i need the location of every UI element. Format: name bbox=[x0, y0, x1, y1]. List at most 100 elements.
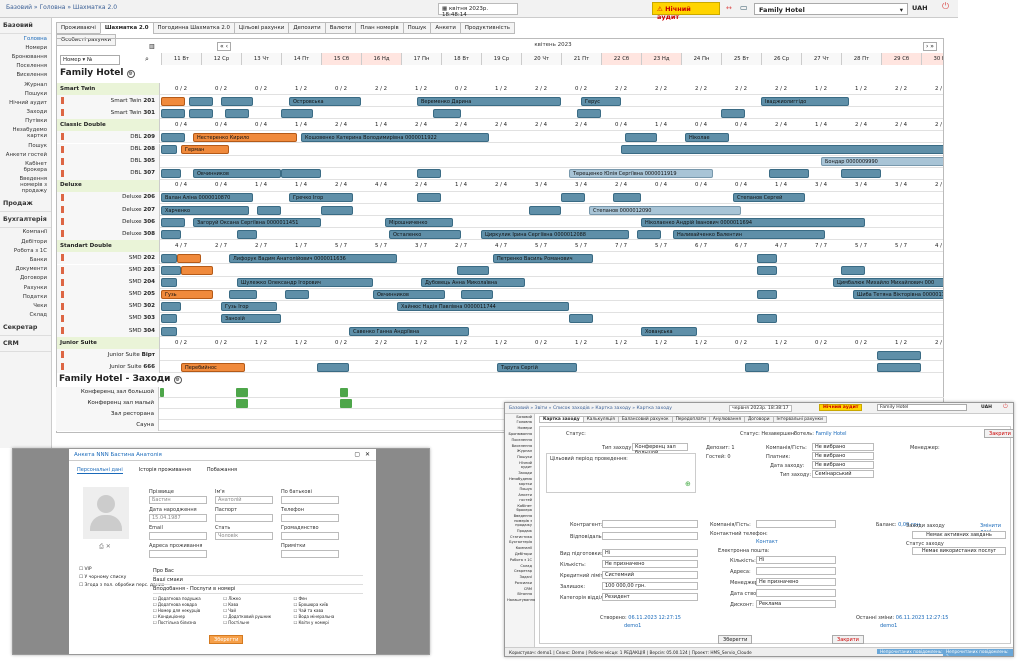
pref-item[interactable]: ☐ Додаткова подушка bbox=[153, 596, 222, 601]
currency-select[interactable]: UAH bbox=[912, 4, 928, 12]
event-date[interactable]: червня 2023р. 18:38:17 bbox=[729, 405, 792, 412]
sidebar-section-base[interactable]: Базовий bbox=[0, 18, 51, 34]
tab-8[interactable]: Анкети bbox=[430, 22, 461, 34]
tab-5[interactable]: Валюти bbox=[324, 22, 357, 34]
booking-bar[interactable] bbox=[757, 266, 777, 275]
day-header[interactable]: 20 Чт bbox=[521, 53, 561, 65]
sidebar-item[interactable]: Поселення bbox=[0, 62, 51, 71]
room-row[interactable]: SMD 205 Гузь Овчинников Шиба Тетяна Вікторі… bbox=[57, 288, 943, 301]
sidebar-item[interactable]: Рахунки bbox=[0, 283, 51, 292]
event-hotel-select[interactable]: Family Hotel bbox=[877, 404, 967, 411]
day-header[interactable]: 18 Вт bbox=[441, 53, 481, 65]
sidebar-item[interactable]: Пошук bbox=[0, 141, 51, 150]
event-field-input[interactable]: Ні bbox=[602, 549, 698, 557]
room-row[interactable]: Deluxe 206 Валан Аліна 0000010870 Гречко І… bbox=[57, 191, 943, 204]
booking-bar[interactable] bbox=[229, 290, 257, 300]
grid-zoom-icon[interactable]: ▥ bbox=[149, 43, 155, 50]
event-nav-item[interactable]: Бронювання bbox=[505, 431, 534, 437]
day-header[interactable]: 11 Вт bbox=[161, 53, 201, 65]
booking-bar[interactable]: Савенко Ганна Андріївна bbox=[349, 326, 469, 336]
booking-bar[interactable] bbox=[161, 108, 185, 118]
day-header[interactable]: 21 Пт bbox=[561, 53, 601, 65]
room-row[interactable]: Smart Twin 201 Островська Веременко Дарина… bbox=[57, 95, 943, 108]
close-icon[interactable]: ✕ bbox=[365, 451, 370, 458]
booking-bar[interactable]: Нестеренко Кирило bbox=[193, 132, 297, 142]
booking-bar[interactable] bbox=[613, 193, 641, 203]
booking-bar[interactable] bbox=[577, 108, 601, 118]
event-field-input[interactable]: Резидент bbox=[602, 593, 698, 601]
payer-select[interactable]: Не вибрано bbox=[812, 452, 874, 460]
room-label[interactable]: SMD 205 bbox=[57, 288, 160, 301]
room-type-label[interactable]: Standart Double bbox=[57, 240, 160, 253]
day-header[interactable]: 29 Сб bbox=[881, 53, 921, 65]
booking-bar[interactable] bbox=[757, 314, 777, 324]
booking-bar[interactable]: Герман bbox=[181, 145, 229, 154]
day-header[interactable]: 25 Вт bbox=[721, 53, 761, 65]
event-bar[interactable] bbox=[160, 388, 164, 397]
sidebar-item[interactable]: Пошуки bbox=[0, 89, 51, 98]
booking-bar[interactable]: Степанов Сергей bbox=[733, 193, 805, 203]
booking-bar[interactable]: Наливайченко Валентин bbox=[673, 229, 825, 239]
booking-bar[interactable]: Ніколаєнко Андрій Іванович 0000011694 bbox=[641, 217, 865, 227]
contact-link[interactable]: Контакт bbox=[756, 539, 778, 545]
booking-bar[interactable] bbox=[181, 266, 213, 275]
responsible-input[interactable] bbox=[602, 532, 698, 540]
booking-bar[interactable]: Гузь bbox=[161, 290, 213, 300]
room-label[interactable]: DBL 208 bbox=[57, 143, 160, 156]
day-header[interactable]: 27 Чт bbox=[801, 53, 841, 65]
room-label[interactable]: DBL 307 bbox=[57, 167, 160, 180]
booking-bar[interactable] bbox=[637, 229, 661, 239]
maximize-icon[interactable]: ▢ bbox=[354, 451, 360, 458]
day-header[interactable]: 30 Нд bbox=[921, 53, 943, 65]
event-nav-item[interactable]: Налаштування bbox=[505, 598, 535, 604]
event-bar[interactable] bbox=[340, 388, 348, 397]
event-field-input[interactable]: Реклама bbox=[756, 600, 836, 608]
save-button[interactable]: Зберегти bbox=[209, 635, 244, 644]
search-icon[interactable]: ⌕ bbox=[145, 55, 149, 64]
sidebar-item[interactable]: Заходи bbox=[0, 108, 51, 117]
pref-item[interactable]: ☐ Додатковий рушник bbox=[223, 614, 292, 619]
booking-bar[interactable]: Бондар 0000009990 bbox=[821, 157, 943, 167]
booking-bar[interactable]: Лифорук Вадим Анатолійович 0000011636 bbox=[229, 253, 397, 263]
event-tab-5[interactable]: Договори bbox=[743, 416, 774, 423]
room-label[interactable]: SMD 204 bbox=[57, 276, 160, 289]
booking-bar[interactable] bbox=[161, 217, 185, 227]
booking-bar[interactable] bbox=[769, 169, 809, 179]
booking-bar[interactable] bbox=[317, 362, 349, 372]
event-tab-4[interactable]: Анулювання bbox=[708, 416, 745, 423]
booking-bar[interactable]: Мірошниченко bbox=[385, 217, 453, 227]
event-field-input[interactable] bbox=[756, 589, 836, 597]
guest-field-input[interactable] bbox=[149, 532, 207, 540]
booking-bar[interactable]: Загоруй Оксана Сергіївна 0000011451 bbox=[193, 217, 321, 227]
booking-bar[interactable] bbox=[177, 253, 201, 263]
booking-bar[interactable] bbox=[161, 96, 185, 106]
tab-6[interactable]: План номерів bbox=[355, 22, 404, 34]
power-icon[interactable]: ⏻ bbox=[942, 2, 949, 12]
date-select[interactable]: Не вибрано bbox=[812, 461, 874, 469]
guest-field-input[interactable]: 15.04.1987 bbox=[149, 514, 207, 522]
booking-bar[interactable] bbox=[321, 205, 353, 215]
event-tab-3[interactable]: Передоплати bbox=[671, 416, 710, 423]
sidebar-item[interactable]: Виселення bbox=[0, 71, 51, 80]
room-label[interactable]: Smart Twin 201 bbox=[57, 95, 160, 108]
guest-field-input[interactable] bbox=[215, 514, 273, 522]
tab-7[interactable]: Пошук bbox=[402, 22, 432, 34]
guest-field-input[interactable]: Чоловік bbox=[215, 532, 273, 540]
booking-bar[interactable] bbox=[161, 326, 177, 336]
booking-bar[interactable]: Циркулик Ірина Сергіївна 0000012088 bbox=[481, 229, 629, 239]
event-nav-item[interactable]: Статистика bbox=[505, 534, 534, 540]
pref-section[interactable]: Вподобання - Послуги в номері bbox=[153, 585, 363, 594]
booking-bar[interactable] bbox=[161, 169, 181, 179]
day-header[interactable]: 22 Сб bbox=[601, 53, 641, 65]
sidebar-item[interactable]: Документи bbox=[0, 265, 51, 274]
booking-bar[interactable] bbox=[237, 229, 257, 239]
guest-checkbox[interactable]: ☐ У чорному списку bbox=[79, 575, 164, 580]
booking-bar[interactable] bbox=[757, 253, 777, 263]
day-header[interactable]: 26 Ср bbox=[761, 53, 801, 65]
pref-item[interactable]: ☐ Постільна білизна bbox=[153, 620, 222, 625]
booking-bar[interactable]: Гречко Ігор bbox=[289, 193, 353, 203]
event-field-input[interactable]: Не призначено bbox=[756, 578, 836, 586]
sidebar-item[interactable]: Незабудемо картки bbox=[0, 126, 51, 141]
booking-bar[interactable]: Петренко Василь Романович bbox=[493, 253, 593, 263]
next-month-button[interactable]: › » bbox=[923, 42, 937, 51]
